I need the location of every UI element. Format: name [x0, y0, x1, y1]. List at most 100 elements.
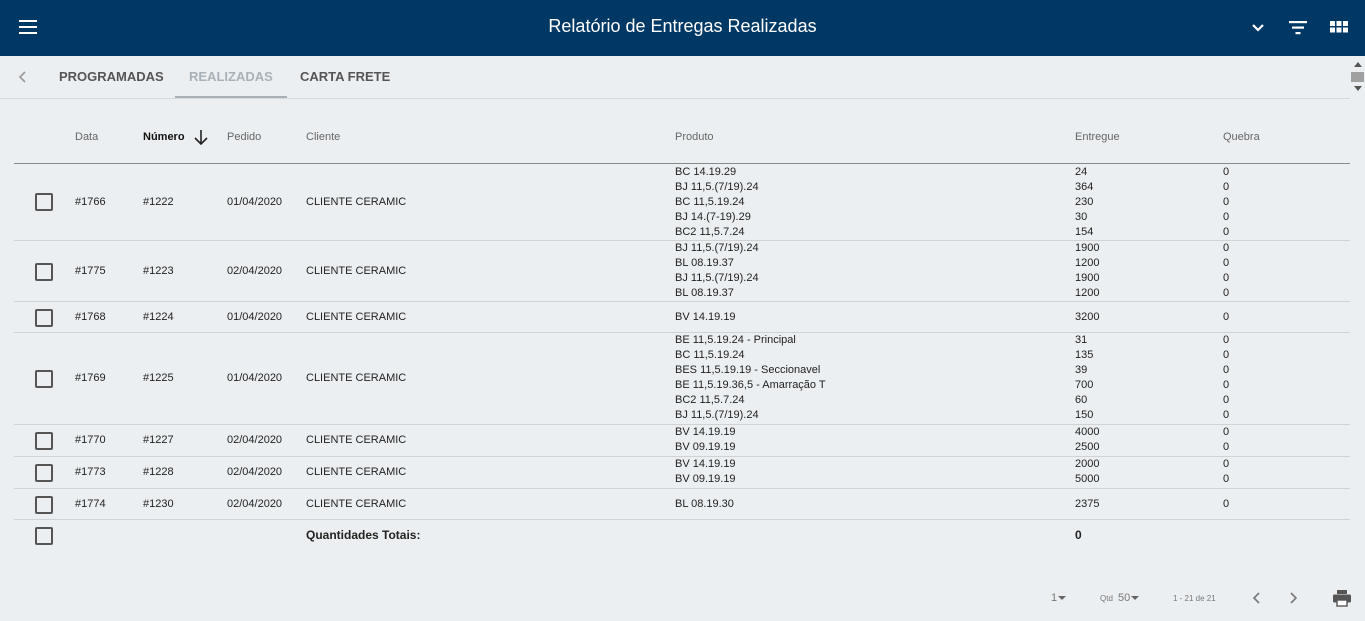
page-select[interactable]: 1: [1051, 592, 1067, 604]
scroll-down-icon[interactable]: [1354, 86, 1362, 91]
filter-icon[interactable]: [1286, 16, 1310, 40]
produto-line: BL 08.19.37: [675, 257, 734, 269]
range-label: 1 - 21 de 21: [1173, 594, 1216, 603]
qtd-value: 50: [1118, 592, 1131, 604]
quebra-line: 0: [1223, 364, 1230, 376]
cell-entregue-list: 4000 2500: [1075, 425, 1099, 455]
cell-entregue-list: 1900 1200 1900 1200: [1075, 241, 1099, 301]
cell-cliente: CLIENTE CERAMIC: [306, 372, 407, 384]
cell-produto-list: BV 14.19.19 BV 09.19.19: [675, 425, 736, 455]
entregue-line: 230: [1075, 196, 1094, 208]
chevron-down-icon[interactable]: [1246, 16, 1270, 40]
totals-checkbox[interactable]: [35, 527, 53, 545]
quebra-line: 0: [1223, 349, 1230, 361]
tab-programadas[interactable]: PROGRAMADAS: [45, 56, 178, 98]
row-checkbox[interactable]: [35, 309, 53, 327]
row-checkbox[interactable]: [35, 263, 53, 281]
column-header-data[interactable]: Data: [75, 131, 98, 143]
quebra-line: 0: [1223, 226, 1230, 238]
caret-down-icon: [1131, 596, 1140, 601]
entregue-line: 1200: [1075, 257, 1100, 269]
produto-line: BJ 11,5.(7/19).24: [675, 272, 759, 284]
grid-view-icon[interactable]: [1327, 16, 1351, 40]
cell-quebra-list: 0 0 0 0: [1223, 241, 1229, 301]
column-header-pedido[interactable]: Pedido: [227, 131, 261, 143]
cell-produto-list: BV 14.19.19: [675, 310, 736, 325]
cell-data: #1768: [75, 311, 106, 323]
cell-pedido: 02/04/2020: [227, 498, 283, 510]
produto-line: BE 11,5.19.36,5 - Amarração T: [675, 379, 826, 391]
produto-line: BJ 11,5.(7/19).24: [675, 242, 759, 254]
tab-realizadas[interactable]: REALIZADAS: [175, 56, 287, 98]
quebra-line: 0: [1223, 311, 1230, 323]
entregue-line: 364: [1075, 181, 1094, 193]
entregue-line: 1200: [1075, 287, 1100, 299]
produto-line: BC 14.19.29: [675, 166, 737, 178]
column-header-entregue[interactable]: Entregue: [1075, 131, 1120, 143]
cell-quebra-list: 0: [1223, 497, 1229, 512]
entregue-line: 2375: [1075, 498, 1100, 510]
cell-cliente: CLIENTE CERAMIC: [306, 265, 407, 277]
cell-numero: #1228: [143, 466, 174, 478]
print-icon[interactable]: [1332, 589, 1352, 607]
produto-line: BV 14.19.19: [675, 458, 736, 470]
chevron-left-icon[interactable]: [1249, 589, 1265, 607]
quebra-line: 0: [1223, 211, 1230, 223]
cell-produto-list: BV 14.19.19 BV 09.19.19: [675, 457, 736, 487]
column-header-quebra[interactable]: Quebra: [1223, 131, 1260, 143]
cell-entregue-list: 3200: [1075, 310, 1099, 325]
entregue-line: 24: [1075, 166, 1088, 178]
quebra-line: 0: [1223, 379, 1230, 391]
cell-data: #1774: [75, 498, 106, 510]
column-header-produto[interactable]: Produto: [675, 131, 714, 143]
cell-quebra-list: 0 0 0 0 0 0: [1223, 333, 1229, 423]
cell-pedido: 01/04/2020: [227, 372, 283, 384]
quebra-line: 0: [1223, 426, 1230, 438]
tab-carta-frete[interactable]: CARTA FRETE: [286, 56, 404, 98]
caret-down-icon: [1058, 596, 1067, 601]
quebra-line: 0: [1223, 394, 1230, 406]
row-checkbox[interactable]: [35, 464, 53, 482]
qtd-select[interactable]: 50: [1118, 592, 1140, 604]
cell-pedido: 02/04/2020: [227, 434, 283, 446]
scroll-thumb[interactable]: [1351, 72, 1364, 82]
entregue-line: 60: [1075, 394, 1088, 406]
row-checkbox[interactable]: [35, 193, 53, 211]
chevron-left-icon[interactable]: [15, 69, 31, 85]
chevron-right-icon[interactable]: [1285, 589, 1301, 607]
produto-line: BE 11,5.19.24 - Principal: [675, 334, 796, 346]
cell-quebra-list: 00: [1223, 425, 1229, 455]
scroll-up-icon[interactable]: [1354, 62, 1362, 67]
cell-entregue-list: 31 135 39 700 60 150: [1075, 333, 1093, 423]
row-checkbox[interactable]: [35, 432, 53, 450]
quebra-line: 0: [1223, 257, 1230, 269]
cell-data: #1769: [75, 372, 106, 384]
column-header-cliente[interactable]: Cliente: [306, 131, 340, 143]
cell-entregue-list: 2000 5000: [1075, 457, 1099, 487]
entregue-line: 135: [1075, 349, 1094, 361]
row-checkbox[interactable]: [35, 370, 53, 388]
produto-line: BES 11,5.19.19 - Seccionavel: [675, 364, 821, 376]
produto-line: BJ 11,5.(7/19).24: [675, 409, 759, 421]
cell-cliente: CLIENTE CERAMIC: [306, 498, 407, 510]
entregue-line: 2000: [1075, 458, 1100, 470]
produto-line: BC 11,5.19.24: [675, 196, 745, 208]
quebra-line: 0: [1223, 166, 1230, 178]
quebra-line: 0: [1223, 473, 1230, 485]
quebra-line: 0: [1223, 458, 1230, 470]
row-checkbox[interactable]: [35, 496, 53, 514]
cell-pedido: 01/04/2020: [227, 196, 283, 208]
vertical-scrollbar[interactable]: [1350, 56, 1365, 621]
quebra-line: 0: [1223, 287, 1230, 299]
entregue-line: 154: [1075, 226, 1094, 238]
cell-quebra-list: 00: [1223, 457, 1229, 487]
cell-cliente: CLIENTE CERAMIC: [306, 311, 407, 323]
entregue-line: 2500: [1075, 441, 1100, 453]
cell-numero: #1230: [143, 498, 174, 510]
entregue-line: 5000: [1075, 473, 1100, 485]
arrow-down-sort-icon[interactable]: [193, 129, 209, 146]
app-bar: Relatório de Entregas Realizadas: [0, 0, 1365, 56]
column-header-numero[interactable]: Número: [143, 131, 185, 143]
cell-produto-list: BL 08.19.30: [675, 497, 734, 512]
entregue-line: 31: [1075, 334, 1088, 346]
